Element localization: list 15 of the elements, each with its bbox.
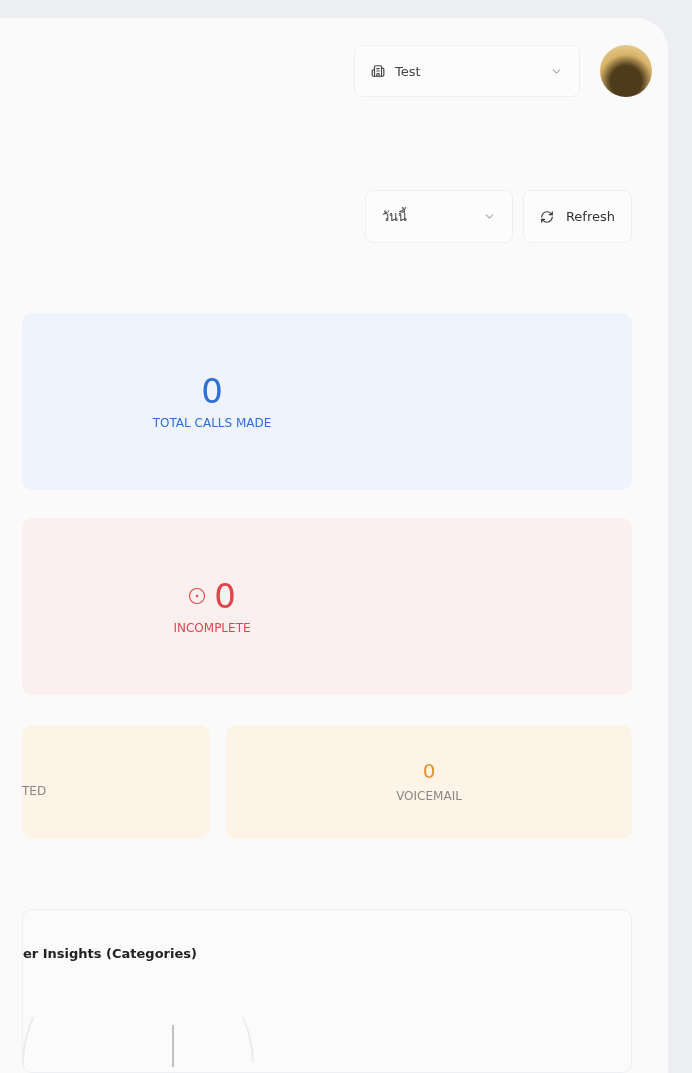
circle-icon: [188, 586, 207, 605]
stat-value: 0: [422, 761, 436, 781]
building-icon: [371, 64, 385, 78]
period-select[interactable]: วันนี้: [364, 190, 513, 243]
avatar[interactable]: [600, 45, 652, 97]
stat-value: 0: [214, 578, 236, 613]
stat-label: TED: [22, 784, 47, 798]
refresh-icon: [539, 209, 554, 224]
stat-label: INCOMPLETE: [173, 620, 251, 635]
workspace-select[interactable]: Test: [354, 45, 580, 97]
stat-label: VOICEMAIL: [396, 789, 462, 803]
refresh-button[interactable]: Refresh: [522, 190, 632, 243]
stat-value: 0: [201, 373, 223, 408]
stat-label: TOTAL CALLS MADE: [152, 415, 272, 430]
card-title: er Insights (Categories): [23, 946, 198, 961]
